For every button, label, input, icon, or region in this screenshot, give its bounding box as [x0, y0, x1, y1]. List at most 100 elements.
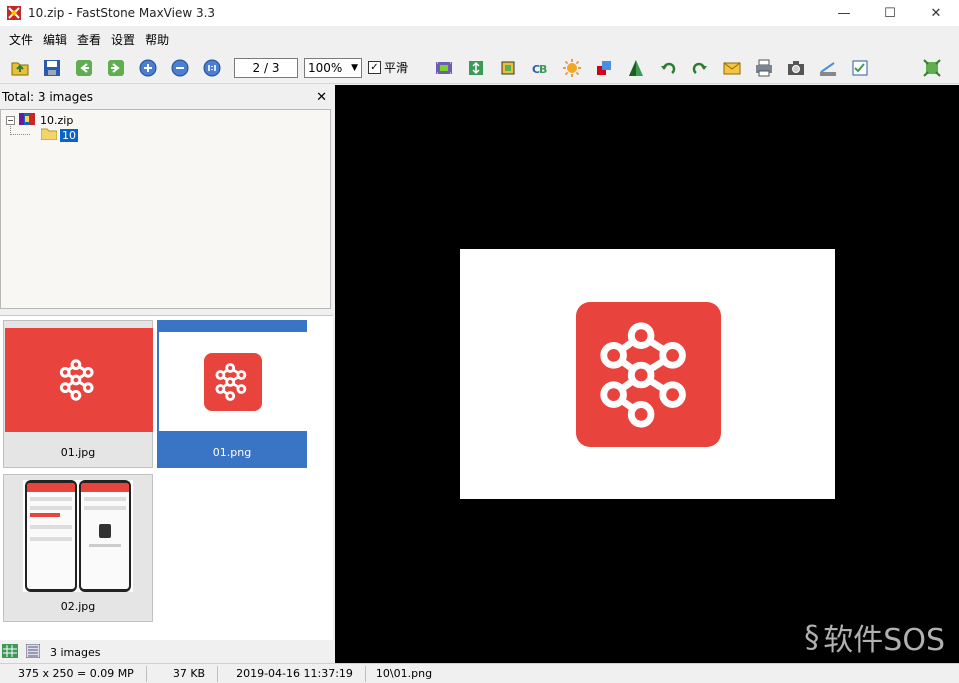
- thumbnail-label: 01.png: [212, 446, 252, 459]
- thumbnail-item-selected[interactable]: 01.png: [157, 320, 307, 468]
- color-balance-button[interactable]: CB: [528, 56, 552, 80]
- rotate-right-button[interactable]: [688, 56, 712, 80]
- zoom-in-icon: [139, 59, 157, 76]
- thumbnail-label: 01.jpg: [60, 446, 96, 459]
- collapse-icon[interactable]: −: [6, 116, 15, 125]
- thumbnail-grid: 01.jpg 01.png 02.jpg: [0, 315, 333, 640]
- zoom-select[interactable]: 100% ▼: [304, 57, 362, 78]
- checklist-icon: [852, 60, 868, 75]
- zoom-out-icon: [171, 59, 189, 76]
- status-path: 10\01.png: [375, 666, 433, 680]
- filmstrip-icon: [436, 61, 453, 74]
- total-bar: Total: 3 images ✕: [0, 85, 333, 109]
- crop-button[interactable]: [496, 56, 520, 80]
- brightness-button[interactable]: [560, 56, 584, 80]
- rotate-left-button[interactable]: [656, 56, 680, 80]
- tree-root-label: 10.zip: [40, 114, 74, 127]
- open-folder-button[interactable]: [8, 56, 32, 80]
- node-graph-icon: [59, 359, 94, 401]
- rotate-left-icon: [661, 62, 676, 74]
- cb-icon: CB: [532, 63, 547, 76]
- maximize-button[interactable]: ☐: [867, 0, 913, 26]
- window-title: 10.zip - FastStone MaxView 3.3: [28, 6, 216, 20]
- toolbar: 2 / 3 100% ▼ ✓ 平滑 CB: [0, 52, 959, 84]
- close-pane-icon[interactable]: ✕: [316, 90, 327, 105]
- camera-icon: [788, 60, 805, 75]
- layers-icon: [597, 60, 612, 75]
- resize-icon: [469, 60, 484, 75]
- zoom-out-button[interactable]: [168, 56, 192, 80]
- thumbnail-label: 02.jpg: [60, 600, 96, 613]
- fullscreen-button[interactable]: [920, 56, 944, 80]
- envelope-icon: [723, 62, 741, 74]
- zoom-in-button[interactable]: [136, 56, 160, 80]
- print-button[interactable]: [752, 56, 776, 80]
- status-date: 2019-04-16 11:37:19: [218, 665, 366, 682]
- menu-bar: 文件 编辑 查看 设置 帮助: [0, 26, 959, 52]
- watermark: § 软件SOS: [804, 615, 945, 659]
- watermark-text: 软件SOS: [823, 623, 945, 658]
- total-label: Total: 3 images: [2, 90, 93, 104]
- tree-connector: [10, 126, 30, 135]
- menu-file[interactable]: 文件: [4, 31, 38, 48]
- image-count: 3 images: [50, 645, 101, 659]
- thumbnail-image: [5, 328, 153, 432]
- zoom-value: 100%: [308, 60, 343, 75]
- scanner-icon: [820, 61, 837, 76]
- thumbnail-item[interactable]: 02.jpg: [3, 474, 153, 622]
- status-dimensions: 375 x 250 = 0.09 MP: [0, 665, 147, 682]
- capture-button[interactable]: [784, 56, 808, 80]
- minimize-button[interactable]: —: [821, 0, 867, 26]
- thumbnail-image: [159, 332, 307, 431]
- actual-size-button[interactable]: [200, 56, 224, 80]
- tree-node-folder[interactable]: 10: [40, 127, 78, 143]
- sun-icon: [563, 58, 582, 77]
- title-bar: 10.zip - FastStone MaxView 3.3 — ☐ ✕: [0, 0, 959, 26]
- tree-folder-label: 10: [60, 128, 78, 142]
- menu-settings[interactable]: 设置: [106, 31, 140, 48]
- arrow-right-icon: [108, 59, 124, 76]
- browser-pane: Total: 3 images ✕ − 10.zip 10 01.jpg 01.…: [0, 85, 333, 663]
- next-button[interactable]: [104, 56, 128, 80]
- smooth-checkbox[interactable]: ✓ 平滑: [368, 59, 408, 76]
- menu-edit[interactable]: 编辑: [38, 31, 72, 48]
- node-graph-icon: [215, 362, 247, 401]
- image-viewer[interactable]: § 软件SOS: [335, 85, 959, 663]
- printer-icon: [756, 59, 773, 76]
- thumbnail-image: [23, 480, 133, 592]
- thumbnail-item[interactable]: 01.jpg: [3, 320, 153, 468]
- status-bar: 375 x 250 = 0.09 MP 37 KB 2019-04-16 11:…: [0, 663, 959, 683]
- phone-screenshot: [79, 480, 131, 592]
- checkbox-box[interactable]: ✓: [368, 61, 381, 74]
- list-view-icon[interactable]: [25, 643, 41, 661]
- resize-button[interactable]: [464, 56, 488, 80]
- phone-screenshot: [25, 480, 77, 592]
- status-filesize: 37 KB: [147, 665, 219, 682]
- sharpen-button[interactable]: [624, 56, 648, 80]
- settings-button[interactable]: [848, 56, 872, 80]
- triangle-icon: [629, 59, 644, 76]
- email-button[interactable]: [720, 56, 744, 80]
- watermark-logo-icon: §: [804, 619, 820, 655]
- thumbnail-view-icon[interactable]: [2, 643, 18, 661]
- scan-button[interactable]: [816, 56, 840, 80]
- previous-button[interactable]: [72, 56, 96, 80]
- open-folder-icon: [11, 62, 29, 75]
- menu-help[interactable]: 帮助: [140, 31, 174, 48]
- folder-icon: [40, 127, 58, 143]
- chevron-down-icon: ▼: [351, 62, 358, 73]
- fullscreen-icon: [923, 58, 941, 77]
- save-icon: [44, 59, 60, 76]
- pane-footer: 3 images: [0, 641, 333, 663]
- rotate-right-icon: [692, 62, 708, 74]
- effects-button[interactable]: [592, 56, 616, 80]
- smooth-label: 平滑: [384, 61, 409, 75]
- menu-view[interactable]: 查看: [72, 31, 106, 48]
- svg-text:B: B: [539, 63, 547, 76]
- slideshow-button[interactable]: [432, 56, 456, 80]
- node-graph-icon: [599, 321, 686, 428]
- folder-tree[interactable]: − 10.zip 10: [0, 109, 331, 309]
- close-button[interactable]: ✕: [913, 0, 959, 26]
- save-button[interactable]: [40, 56, 64, 80]
- page-indicator[interactable]: 2 / 3: [234, 57, 298, 78]
